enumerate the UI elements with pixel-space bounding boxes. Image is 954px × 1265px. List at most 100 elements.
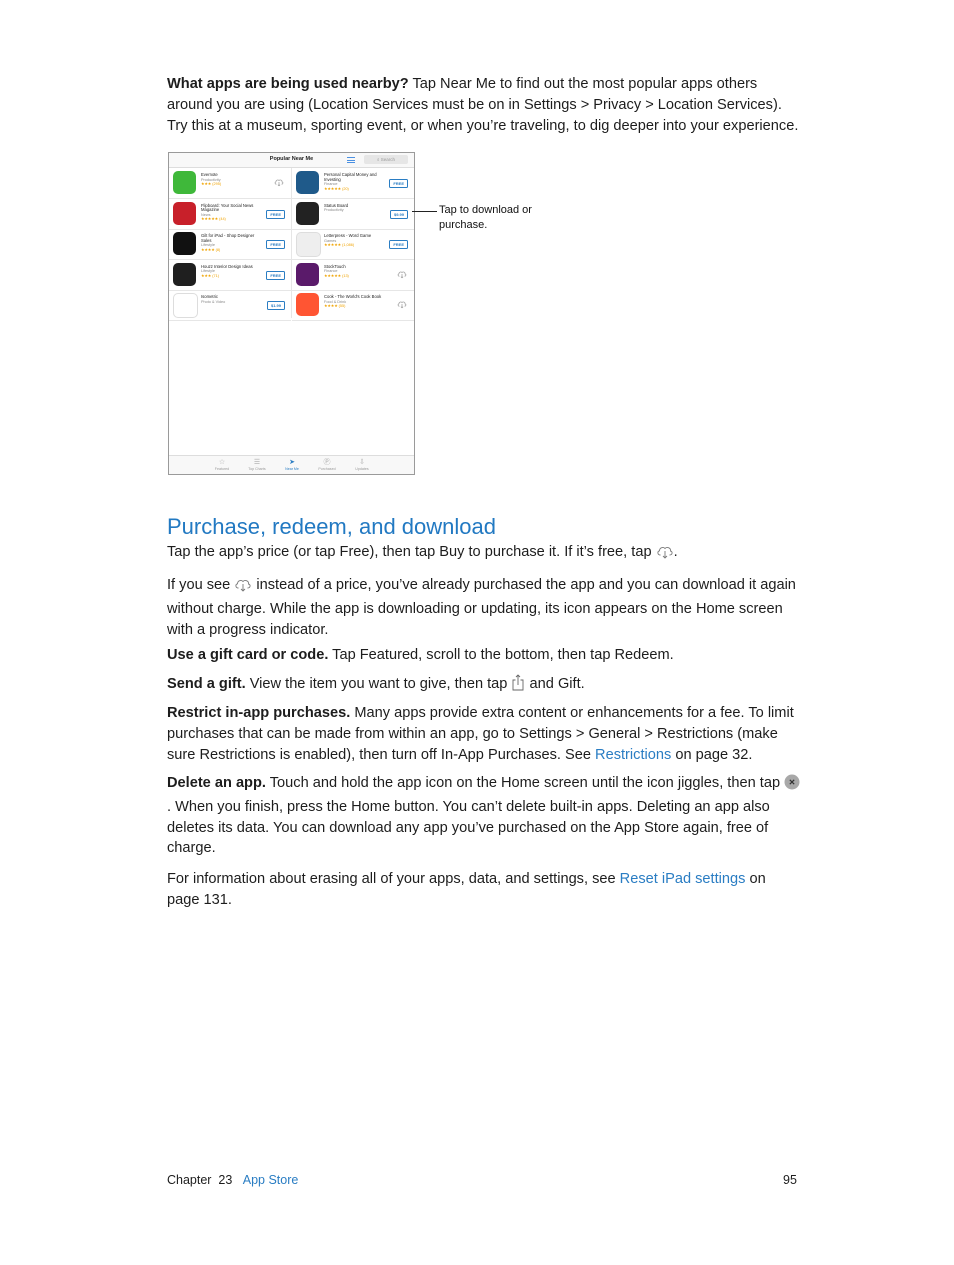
- price-button[interactable]: FREE: [389, 179, 408, 188]
- app-info: Cook - The World's Cook Book Food & Drink…: [324, 294, 384, 309]
- delete-text: Touch and hold the app icon on the Home …: [265, 775, 785, 791]
- app-list-item[interactable]: Personal Capital Money and Investing Fina…: [292, 168, 414, 199]
- price-button[interactable]: FREE: [266, 209, 285, 219]
- app-list-item[interactable]: Cook - The World's Cook Book Food & Drink…: [292, 290, 414, 321]
- app-icon[interactable]: [173, 201, 196, 225]
- reset-text: For information about erasing all of you…: [167, 871, 620, 887]
- restrictions-link[interactable]: Restrictions: [595, 747, 671, 763]
- app-name: Flipboard: Your Social News Magazine: [201, 202, 254, 213]
- cloud-download-icon[interactable]: [274, 178, 284, 189]
- app-rating: ★★★★★ (1,086): [324, 243, 355, 248]
- restrict-bold: Restrict in-app purchases.: [167, 705, 351, 721]
- intro-bold: What apps are being used nearby?: [167, 76, 409, 92]
- app-category: Productivity: [324, 208, 344, 213]
- app-info: StockTouch Finance ★★★★★ (13): [324, 263, 384, 279]
- app-name: Cook - The World's Cook Book: [324, 294, 382, 299]
- app-info: Flipboard: Your Social News Magazine News…: [201, 202, 261, 222]
- tab-label: Top Charts: [248, 467, 266, 471]
- featured-icon: ☆: [218, 459, 226, 466]
- purchase-paragraph: Tap the app’s price (or tap Free), then …: [167, 542, 802, 566]
- app-icon[interactable]: [296, 293, 319, 316]
- app-info: Houzz Interior Design Ideas Lifestyle ★★★ …: [201, 264, 261, 279]
- app-list-item[interactable]: Letterpress - Word Game Games ★★★★★ (1,086…: [292, 229, 414, 260]
- app-rating: ★★★★ (8): [201, 247, 221, 252]
- app-rating: ★★★ (71): [201, 273, 220, 278]
- send-gift-text-end: and Gift.: [525, 676, 585, 692]
- app-list-item[interactable]: Flipboard: Your Social News Magazine News…: [169, 199, 291, 230]
- app-category: Photo & Video: [201, 299, 226, 304]
- screenshot-search-field: ⌕ Search: [364, 155, 408, 164]
- app-icon[interactable]: [296, 232, 321, 257]
- delete-bold: Delete an app.: [167, 775, 266, 791]
- app-name: Evernote: [201, 172, 218, 177]
- chapter-title-link[interactable]: App Store: [243, 1173, 299, 1187]
- section-heading: Purchase, redeem, and download: [167, 514, 496, 539]
- app-icon[interactable]: [173, 262, 196, 286]
- app-icon[interactable]: [173, 232, 196, 255]
- delete-x-icon: [784, 774, 800, 797]
- cloud-download-icon[interactable]: [397, 300, 407, 311]
- purchase-text-end: .: [673, 544, 678, 560]
- tab-purchased[interactable]: Ⓟ Purchased: [312, 458, 342, 471]
- app-list-item[interactable]: Evernote Productivity ★★★ (295): [169, 168, 291, 199]
- cloud-download-icon[interactable]: [397, 270, 407, 281]
- delete-paragraph: Delete an app. Touch and hold the app ic…: [167, 773, 802, 859]
- callout-line: [412, 211, 437, 212]
- app-list-item[interactable]: StockTouch Finance ★★★★★ (13): [292, 260, 414, 291]
- footer-chapter: Chapter 23 App Store: [167, 1173, 298, 1187]
- app-rating: ★★★★★ (44): [201, 217, 226, 222]
- price-button[interactable]: FREE: [266, 240, 285, 249]
- app-rating: ★★★ (295): [201, 182, 222, 187]
- reset-paragraph: For information about erasing all of you…: [167, 869, 802, 911]
- app-icon[interactable]: [173, 171, 196, 194]
- app-rating: ★★★★★ (20): [324, 186, 349, 191]
- redownload-paragraph: If you see instead of a price, you’ve al…: [167, 575, 802, 640]
- send-gift-paragraph: Send a gift. View the item you want to g…: [167, 674, 802, 698]
- search-placeholder: Search: [380, 157, 396, 162]
- app-icon[interactable]: [296, 201, 319, 225]
- reset-ipad-settings-link[interactable]: Reset iPad settings: [620, 871, 746, 887]
- app-icon[interactable]: [296, 262, 319, 286]
- chapter-label: Chapter 23: [167, 1173, 233, 1187]
- app-list-item[interactable]: Isometric Photo & Video $1.99: [169, 290, 291, 321]
- price-button[interactable]: FREE: [266, 270, 285, 280]
- callout-text: Tap to download or purchase.: [439, 204, 532, 231]
- gift-card-text: Tap Featured, scroll to the bottom, then…: [328, 647, 674, 663]
- tab-label: Purchased: [318, 467, 336, 471]
- app-icon[interactable]: [296, 171, 319, 194]
- top-charts-icon: ☰: [253, 459, 261, 466]
- redownload-text-end: instead of a price, you’ve already purch…: [167, 577, 796, 638]
- tab-label: Featured: [214, 467, 230, 471]
- tab-label: Near Me: [285, 467, 299, 471]
- app-rating: ★★★★ (55): [324, 304, 346, 309]
- near-me-icon: ➤: [289, 459, 295, 466]
- price-button[interactable]: $9.99: [389, 209, 408, 219]
- list-icon: [347, 157, 355, 163]
- app-list-item[interactable]: Gilt for iPad - Shop Designer Sales Lifes…: [169, 229, 291, 260]
- app-list-item[interactable]: Houzz Interior Design Ideas Lifestyle ★★★ …: [169, 260, 291, 291]
- app-name: StockTouch: [324, 263, 346, 269]
- app-list-item[interactable]: Status Board Productivity $9.99: [292, 199, 414, 230]
- intro-paragraph: What apps are being used nearby? Tap Nea…: [167, 74, 802, 136]
- price-button[interactable]: FREE: [389, 240, 408, 249]
- app-icon[interactable]: [173, 293, 198, 318]
- restrict-text-end: on page 32.: [671, 746, 753, 763]
- tab-top-charts[interactable]: ☰ Top Charts: [242, 458, 272, 471]
- app-info: Status Board Productivity: [324, 202, 384, 213]
- app-info: Letterpress - Word Game Games ★★★★★ (1,086…: [324, 233, 384, 248]
- price-button[interactable]: $1.99: [266, 301, 285, 310]
- tab-updates[interactable]: ⇩ Updates: [347, 458, 377, 471]
- app-name: Personal Capital Money and Investing: [324, 172, 377, 182]
- tab-featured[interactable]: ☆ Featured: [207, 458, 237, 471]
- gift-card-paragraph: Use a gift card or code. Tap Featured, s…: [167, 645, 802, 666]
- app-info: Isometric Photo & Video: [201, 294, 261, 304]
- app-name: Gilt for iPad - Shop Designer Sales: [201, 233, 255, 243]
- tab-label: Updates: [355, 467, 369, 471]
- cloud-download-icon: [656, 545, 674, 566]
- updates-icon: ⇩: [359, 459, 365, 466]
- restrict-paragraph: Restrict in-app purchases. Many apps pro…: [167, 703, 802, 765]
- page-number: 95: [783, 1173, 797, 1187]
- tab-near-me[interactable]: ➤ Near Me: [277, 458, 307, 471]
- gift-card-bold: Use a gift card or code.: [167, 647, 329, 663]
- app-name: Status Board: [324, 202, 349, 208]
